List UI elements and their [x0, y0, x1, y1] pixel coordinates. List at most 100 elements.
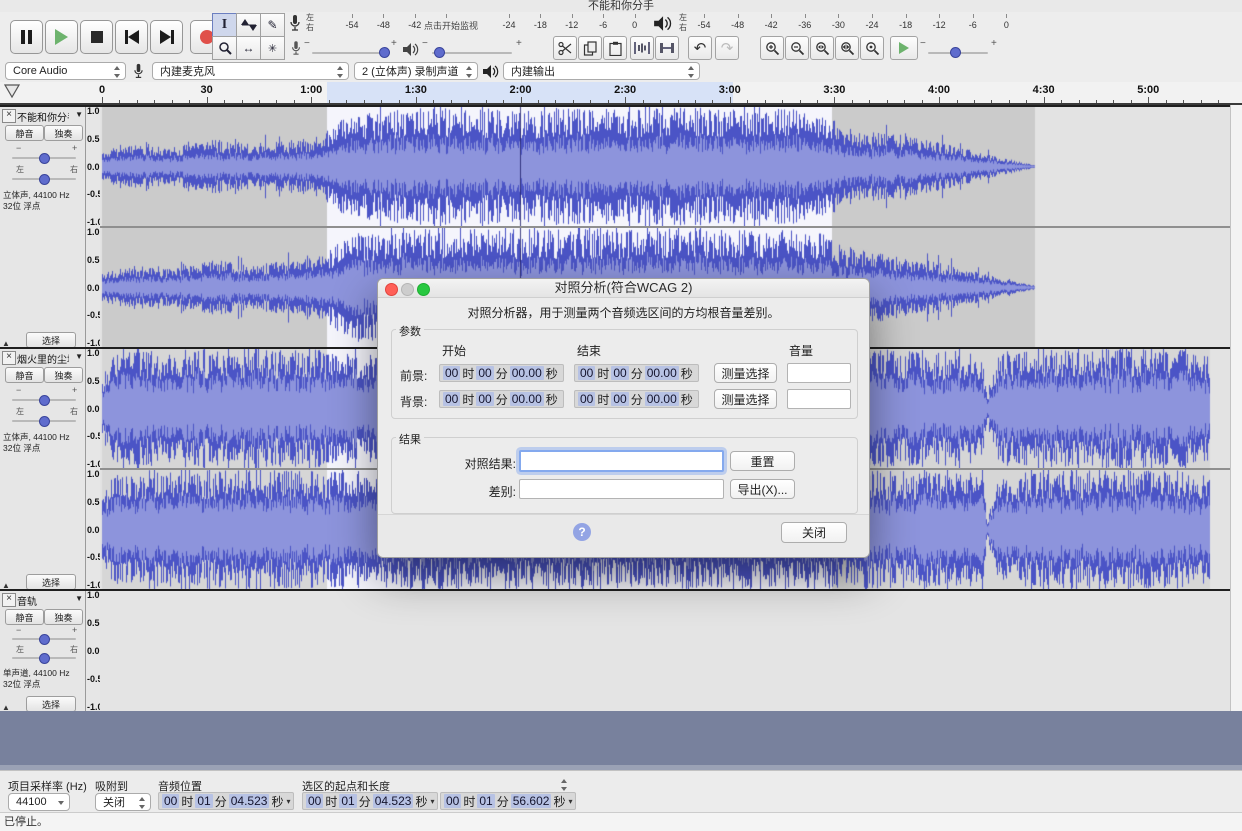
play-at-speed-button[interactable]	[890, 36, 918, 60]
hours-value[interactable]: 00	[578, 392, 596, 406]
field-dropdown-arrow-icon[interactable]: ▾	[286, 797, 290, 806]
play-speed-thumb[interactable]	[950, 47, 961, 58]
hours-value[interactable]: 00	[306, 794, 324, 808]
track-1-control-panel[interactable]: × 不能和你分手 ▼ 静音 独奏 − + 左 右 立体声, 44100 Hz 3…	[0, 107, 86, 349]
zoom-toggle-button[interactable]	[860, 36, 884, 60]
pan-thumb[interactable]	[39, 653, 50, 664]
bg-end-time-field[interactable]: 00 时 00 分 00.00 秒	[574, 390, 699, 408]
playback-meter[interactable]: 左 右 -54 -48 -42 -36 -30 -24 -18 -12 -6 0	[648, 12, 1014, 36]
selection-length-field[interactable]: 00 时 01 分 56.602 秒 ▾	[440, 792, 577, 810]
mute-button[interactable]: 静音	[5, 609, 44, 625]
playback-volume-thumb[interactable]	[434, 47, 445, 58]
export-button[interactable]: 导出(X)...	[730, 479, 795, 499]
track-3-control-panel[interactable]: × 音轨 ▼ 静音 独奏 − + 左 右 单声道, 44100 Hz 32位 浮…	[0, 591, 86, 713]
solo-button[interactable]: 独奏	[44, 609, 83, 625]
seconds-value[interactable]: 04.523	[372, 794, 414, 808]
silence-audio-button[interactable]	[655, 36, 679, 60]
hours-value[interactable]: 00	[578, 366, 596, 380]
seconds-value[interactable]: 04.523	[228, 794, 270, 808]
recording-channels-select[interactable]: 2 (立体声) 录制声道	[354, 62, 478, 80]
zoom-selection-button[interactable]	[810, 36, 834, 60]
solo-button[interactable]: 独奏	[44, 125, 83, 141]
track-title[interactable]: 音轨	[17, 593, 69, 608]
minutes-value[interactable]: 01	[195, 794, 213, 808]
fg-start-time-field[interactable]: 00 时 00 分 00.00 秒	[439, 364, 564, 382]
track-menu-arrow-icon[interactable]: ▼	[75, 594, 83, 603]
gain-thumb[interactable]	[39, 395, 50, 406]
pan-thumb[interactable]	[39, 174, 50, 185]
close-track-button[interactable]: ×	[2, 593, 16, 607]
monitor-prompt[interactable]: 点击开始监视	[422, 19, 481, 32]
track-select-button[interactable]: 选择	[26, 696, 76, 712]
snap-to-select[interactable]: 关闭	[95, 793, 151, 811]
seconds-value[interactable]: 00.00	[644, 392, 679, 406]
project-rate-select[interactable]: 44100	[8, 793, 70, 811]
track-2-control-panel[interactable]: × 烟火里的尘埃 ▼ 静音 独奏 − + 左 右 立体声, 44100 Hz 3…	[0, 349, 86, 591]
track-menu-arrow-icon[interactable]: ▼	[75, 110, 83, 119]
empty-track-canvas[interactable]	[100, 591, 1230, 711]
seconds-value[interactable]: 00.00	[509, 366, 544, 380]
selection-tool-button[interactable]: I	[212, 13, 237, 37]
record-volume-thumb[interactable]	[379, 47, 390, 58]
field-dropdown-arrow-icon[interactable]: ▾	[568, 797, 572, 806]
close-track-button[interactable]: ×	[2, 109, 16, 123]
hours-value[interactable]: 00	[443, 366, 461, 380]
hours-value[interactable]: 00	[443, 392, 461, 406]
trim-audio-button[interactable]	[630, 36, 654, 60]
close-window-light[interactable]	[385, 283, 398, 296]
fg-volume-field[interactable]	[787, 363, 851, 383]
bg-measure-selection-button[interactable]: 测量选择	[714, 389, 777, 409]
record-volume-slider[interactable]	[312, 52, 388, 54]
undo-button[interactable]: ↶	[688, 36, 712, 60]
track-title[interactable]: 不能和你分手	[17, 109, 69, 124]
hours-value[interactable]: 00	[444, 794, 462, 808]
bg-volume-field[interactable]	[787, 389, 851, 409]
difference-field[interactable]	[519, 479, 724, 499]
updown-arrows-icon[interactable]	[560, 779, 568, 791]
seconds-value[interactable]: 56.602	[510, 794, 552, 808]
close-track-button[interactable]: ×	[2, 351, 16, 365]
pan-thumb[interactable]	[39, 416, 50, 427]
envelope-tool-button[interactable]	[236, 13, 261, 37]
seconds-value[interactable]: 00.00	[509, 392, 544, 406]
reset-button[interactable]: 重置	[730, 451, 795, 471]
paste-button[interactable]	[603, 36, 627, 60]
multi-tool-button[interactable]: ✳	[260, 36, 285, 60]
audio-position-field[interactable]: 00 时 01 分 04.523 秒 ▾	[158, 792, 295, 810]
redo-button[interactable]: ↷	[715, 36, 739, 60]
contrast-result-field[interactable]	[519, 450, 724, 472]
field-dropdown-arrow-icon[interactable]: ▾	[430, 797, 434, 806]
stop-button[interactable]	[80, 20, 113, 54]
mute-button[interactable]: 静音	[5, 367, 44, 383]
playback-device-select[interactable]: 内建输出	[503, 62, 700, 80]
timeline-ruler[interactable]: 0 30 1:00 1:30 2:00 2:30 3:00 3:30 4:00 4:30 5:00	[0, 82, 1242, 105]
mute-button[interactable]: 静音	[5, 125, 44, 141]
help-button[interactable]: ?	[573, 523, 591, 541]
solo-button[interactable]: 独奏	[44, 367, 83, 383]
minutes-value[interactable]: 00	[611, 392, 629, 406]
track-select-button[interactable]: 选择	[26, 574, 76, 590]
minutes-value[interactable]: 01	[477, 794, 495, 808]
fg-measure-selection-button[interactable]: 测量选择	[714, 363, 777, 383]
zoom-tool-button[interactable]	[212, 36, 237, 60]
minimize-window-light[interactable]	[401, 283, 414, 296]
seconds-value[interactable]: 00.00	[644, 366, 679, 380]
pause-button[interactable]	[10, 20, 43, 54]
gain-thumb[interactable]	[39, 153, 50, 164]
minutes-value[interactable]: 00	[476, 366, 494, 380]
recording-meter[interactable]: 左 右 点击开始监视 -54-48-42-36-24-18-12-60	[286, 12, 640, 36]
hours-value[interactable]: 00	[162, 794, 180, 808]
recording-device-select[interactable]: 内建麦克风	[152, 62, 349, 80]
bg-start-time-field[interactable]: 00 时 00 分 00.00 秒	[439, 390, 564, 408]
minutes-value[interactable]: 00	[476, 392, 494, 406]
track-select-button[interactable]: 选择	[26, 332, 76, 348]
minutes-value[interactable]: 01	[339, 794, 357, 808]
zoom-in-button[interactable]	[760, 36, 784, 60]
skip-start-button[interactable]	[115, 20, 148, 54]
zoom-window-light[interactable]	[417, 283, 430, 296]
draw-tool-button[interactable]: ✎	[260, 13, 285, 37]
track-menu-arrow-icon[interactable]: ▼	[75, 352, 83, 361]
close-dialog-button[interactable]: 关闭	[781, 522, 847, 543]
timeshift-tool-button[interactable]: ↔	[236, 36, 261, 60]
copy-button[interactable]	[578, 36, 602, 60]
